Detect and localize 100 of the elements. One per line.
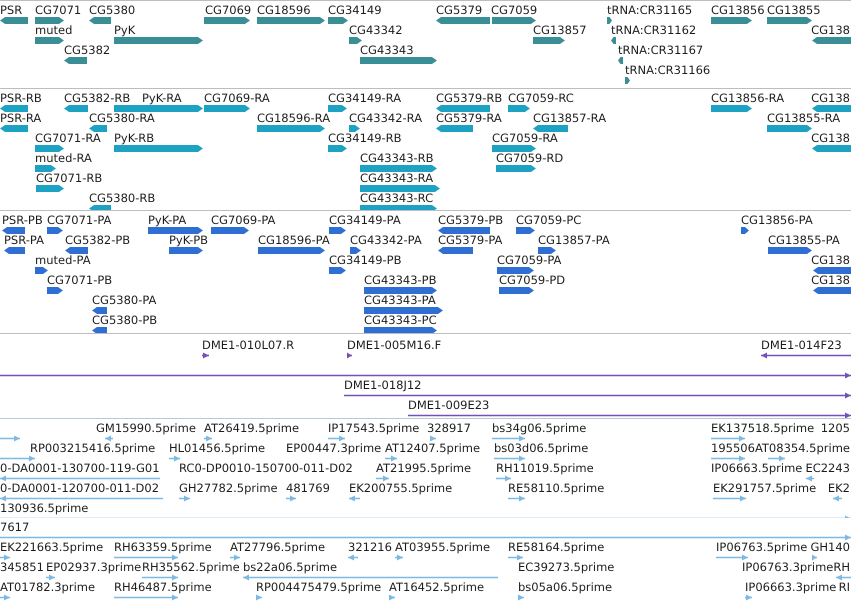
feature-label: PyK bbox=[114, 23, 136, 37]
feature-label: CG5379 bbox=[436, 3, 482, 17]
feature-label: muted-PA bbox=[35, 253, 91, 267]
feature-label: CG5380-PB bbox=[92, 313, 158, 327]
feature-label: CG5379-PB bbox=[438, 213, 504, 227]
feature-label: CG13856-RA bbox=[711, 91, 784, 105]
feature-label: CG5380-PA bbox=[92, 293, 156, 307]
feature-label: CG5382-RB bbox=[64, 91, 130, 105]
feature-label: EP00447.3prime bbox=[286, 441, 382, 455]
feature-label: CG13857 bbox=[533, 23, 587, 37]
feature-label: EK2 bbox=[828, 481, 850, 495]
feature-label: CG7059-PC bbox=[516, 213, 582, 227]
feature-label: CG43343-PC bbox=[364, 313, 437, 327]
feature-label: CG7071-PA bbox=[47, 213, 112, 227]
feature-label: PSR-RA bbox=[0, 111, 42, 125]
feature-label: 0-DA0001-120700-011-D02 bbox=[0, 481, 160, 495]
feature-label: CG7059-RA bbox=[492, 131, 558, 145]
feature-label: CG34149-RB bbox=[328, 131, 402, 145]
feature-label: muted bbox=[35, 23, 72, 37]
feature-label: CG7069-PA bbox=[211, 213, 276, 227]
feature-label: CG138 bbox=[811, 23, 850, 37]
feature-label: PSR-PB bbox=[2, 213, 43, 227]
feature-label: RH11019.5prime bbox=[496, 461, 594, 475]
feature-label: DME1-010L07.R bbox=[202, 338, 294, 352]
feature-label: RP004475479.5prime bbox=[256, 580, 382, 594]
feature-label: RC0-DP0010-150700-011-D02 bbox=[179, 461, 353, 475]
feature-label: IP06763.5prime bbox=[716, 540, 808, 554]
feature-label: AT16452.5prime bbox=[389, 580, 484, 594]
feature-label: PSR-RB bbox=[0, 91, 42, 105]
feature-label: RP003215416.5prime bbox=[30, 441, 156, 455]
feature-label: CG5379-RA bbox=[436, 111, 502, 125]
feature-label: CG138 bbox=[811, 273, 850, 287]
feature-label: IP17543.5prime bbox=[328, 421, 420, 435]
feature-label: CG5379-RB bbox=[436, 91, 502, 105]
feature-label: PyK-PB bbox=[169, 233, 208, 247]
feature-label: 321216 bbox=[348, 540, 392, 554]
feature-label: CG5380 bbox=[89, 3, 136, 17]
feature-label: AT27796.5prime bbox=[230, 540, 326, 554]
feature-label: bs05a06.5prime bbox=[518, 580, 612, 594]
feature-label: EK137518.5prime bbox=[711, 421, 814, 435]
feature-label: CG13857-RA bbox=[533, 111, 606, 125]
feature-label: PSR bbox=[0, 3, 22, 17]
feature-label: DME1-005M16.F bbox=[347, 338, 442, 352]
feature-label: DME1-018J12 bbox=[344, 378, 422, 392]
feature-label: CG13855 bbox=[767, 3, 821, 17]
feature-label: HL01456.5prime bbox=[169, 441, 266, 455]
feature-label: CG5382-PB bbox=[65, 233, 130, 247]
feature-label: tRNA:CR31166 bbox=[625, 63, 710, 77]
feature-label: 0-DA0001-130700-119-G01 bbox=[0, 461, 160, 475]
feature-label: CG7059-PD bbox=[499, 273, 566, 287]
feature-label: CG5382 bbox=[64, 43, 110, 57]
feature-label: IP06763.3prime bbox=[742, 560, 834, 574]
feature-label: bs22a06.5prime bbox=[243, 560, 338, 574]
feature-label: CG18596-PA bbox=[258, 233, 330, 247]
feature-label: AT03955.5prime bbox=[395, 540, 490, 554]
feature-label: EK291757.5prime bbox=[713, 481, 816, 495]
feature-label: RE58110.5prime bbox=[508, 481, 604, 495]
feature-label: EK221663.5prime bbox=[0, 540, 104, 554]
feature-label: AT01782.3prime bbox=[0, 580, 96, 594]
feature-label: GH27782.5prime bbox=[179, 481, 278, 495]
feature-label: CG7069-RA bbox=[204, 91, 270, 105]
feature-label: CG43342-RA bbox=[349, 111, 422, 125]
feature-label: tRNA:CR31162 bbox=[611, 23, 696, 37]
feature-label: CG43342 bbox=[349, 23, 403, 37]
feature-label: GM15990.5prime bbox=[96, 421, 196, 435]
feature-label: AT26419.5prime bbox=[204, 421, 300, 435]
feature-label: CG43343 bbox=[360, 43, 414, 57]
feature-label: 1205 bbox=[820, 421, 850, 435]
feature-label: 130936.5prime bbox=[0, 501, 88, 515]
feature-label: CG18596-RA bbox=[257, 111, 330, 125]
feature-label: CG7071 bbox=[35, 3, 82, 17]
feature-label: CG34149-PB bbox=[329, 253, 402, 267]
feature-label: CG43343-RA bbox=[360, 171, 434, 185]
feature-label: CG34149-RA bbox=[328, 91, 402, 105]
feature-label: CG5379-PA bbox=[438, 233, 502, 247]
feature-label: EC39273.5prime bbox=[518, 560, 614, 574]
feature-label: CG43343-RC bbox=[360, 191, 434, 205]
feature-label: EP02937.3prime bbox=[46, 560, 142, 574]
feature-label: CG13856 bbox=[711, 3, 765, 17]
feature-label: tRNA:CR31167 bbox=[618, 43, 704, 57]
feature-label: AT08354.5prime bbox=[754, 441, 850, 455]
feature-label: RH46487.5prime bbox=[114, 580, 212, 594]
feature-label: CG13857-PA bbox=[538, 233, 610, 247]
feature-label: 328917 bbox=[427, 421, 471, 435]
feature-label: bs34g06.5prime bbox=[492, 421, 586, 435]
feature-label: CG18596 bbox=[257, 3, 311, 17]
feature-label: tRNA:CR31165 bbox=[607, 3, 692, 17]
feature-label: RH35562.5prime bbox=[142, 560, 240, 574]
feature-label: CG7071-PB bbox=[47, 273, 112, 287]
feature-label: CG13855-PA bbox=[768, 233, 840, 247]
feature-label: CG43343-RB bbox=[360, 151, 434, 165]
feature-label: bs03d06.5prime bbox=[494, 441, 588, 455]
feature-label: CG13856-PA bbox=[741, 213, 813, 227]
feature-label: RH63359.5prime bbox=[114, 540, 212, 554]
feature-label: 195506 bbox=[711, 441, 755, 455]
feature-label: muted-RA bbox=[35, 151, 92, 165]
feature-label: CG138 bbox=[811, 131, 850, 145]
feature-label: IP06663.5prime bbox=[711, 461, 802, 475]
feature-label: DME1-014F23 bbox=[761, 338, 842, 352]
feature-label: CG7059-RD bbox=[496, 151, 564, 165]
